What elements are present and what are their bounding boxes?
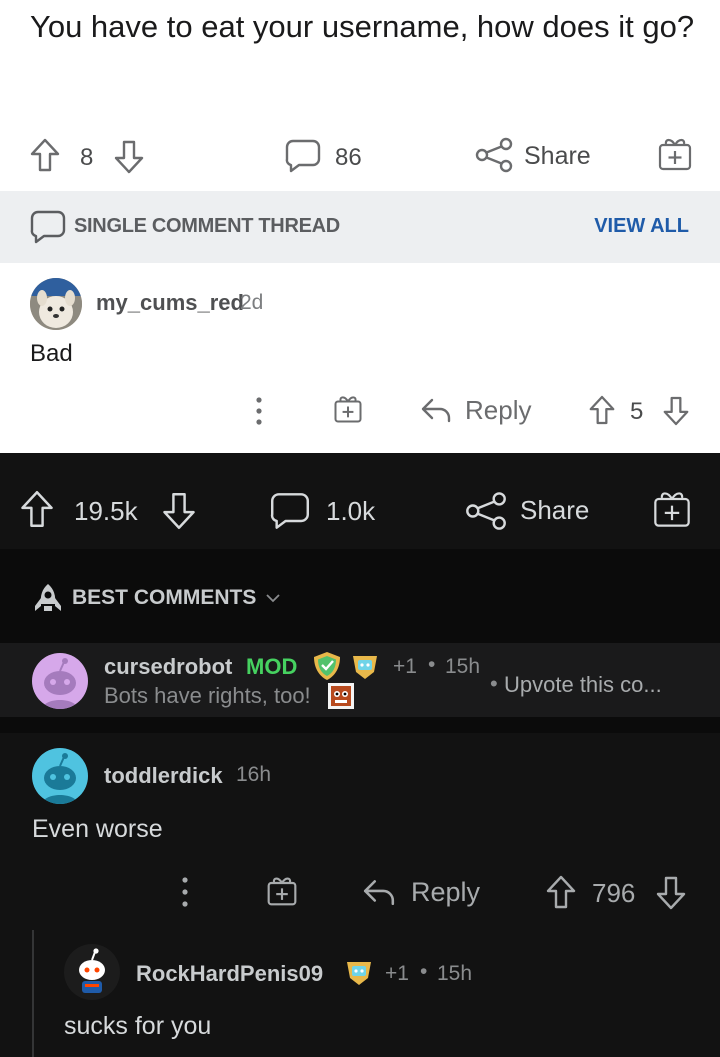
reply-arrow-icon[interactable]: [420, 397, 452, 423]
gift-award-icon[interactable]: [266, 875, 298, 907]
reply-button[interactable]: Reply: [411, 877, 480, 908]
pinned-comment[interactable]: cursedrobot MOD +1 • 15h Bots have right…: [0, 643, 720, 717]
share-icon[interactable]: [464, 491, 508, 531]
comment-body: sucks for you: [64, 1012, 212, 1040]
avatar[interactable]: [32, 748, 88, 804]
more-options-icon[interactable]: [254, 396, 264, 426]
thread-label: SINGLE COMMENT THREAD: [74, 215, 340, 237]
downvote-arrow-icon[interactable]: [656, 876, 686, 910]
comment-bubble-icon: [30, 209, 66, 245]
emoji-icon: [328, 683, 354, 709]
share-label[interactable]: Share: [524, 142, 591, 171]
comment-timestamp: 15h: [445, 655, 481, 678]
comment-vote-count: 5: [630, 398, 644, 425]
comment-vote-count: 796: [592, 878, 636, 908]
comment-body: Bots have rights, too!: [104, 683, 311, 708]
single-comment-thread-bar: SINGLE COMMENT THREAD VIEW ALL: [0, 191, 720, 263]
view-all-link[interactable]: VIEW ALL: [594, 215, 689, 238]
separator-dot: •: [428, 653, 436, 676]
comment-username[interactable]: toddlerdick: [104, 763, 223, 789]
award-count: +1: [393, 655, 417, 678]
downvote-arrow-icon[interactable]: [114, 140, 144, 174]
comment-preview: Upvote this co...: [504, 672, 662, 697]
post-comment-count: 86: [335, 144, 362, 171]
gift-award-icon[interactable]: [333, 394, 363, 424]
comment-action-bar: Reply 5: [0, 390, 720, 434]
more-options-icon[interactable]: [180, 876, 190, 908]
comment-timestamp: 2d: [240, 291, 264, 314]
post-title: You have to eat your username, how does …: [30, 9, 695, 44]
gift-award-icon[interactable]: [657, 136, 693, 172]
share-label[interactable]: Share: [520, 495, 589, 526]
comment-body: Bad: [30, 340, 73, 367]
comment-timestamp: 15h: [437, 962, 473, 985]
comment-body: Even worse: [32, 815, 163, 843]
divider: [0, 717, 720, 733]
avatar[interactable]: [30, 278, 82, 330]
comment-username[interactable]: my_cums_red: [96, 290, 244, 316]
sort-label[interactable]: BEST COMMENTS: [72, 586, 256, 610]
gift-award-icon[interactable]: [652, 489, 692, 529]
post-comment-count: 1.0k: [326, 496, 376, 526]
avatar[interactable]: [32, 653, 88, 709]
shield-award-icon[interactable]: [311, 650, 343, 682]
post-vote-count: 8: [80, 144, 94, 171]
comment-action-bar: Reply 796: [0, 868, 720, 916]
post-vote-count: 19.5k: [74, 496, 138, 526]
light-screenshot: You have to eat your username, how does …: [0, 0, 720, 453]
reply-arrow-icon[interactable]: [362, 878, 396, 906]
award-icon[interactable]: [343, 956, 375, 988]
upvote-arrow-icon[interactable]: [546, 875, 576, 909]
upvote-arrow-icon[interactable]: [20, 490, 54, 528]
share-icon[interactable]: [474, 137, 514, 173]
thread-indent-line[interactable]: [32, 930, 34, 1057]
comment-bubble-icon[interactable]: [270, 491, 310, 531]
comment-timestamp: 16h: [236, 763, 272, 786]
comment-username[interactable]: RockHardPenis09: [136, 961, 323, 987]
upvote-arrow-icon[interactable]: [30, 138, 60, 172]
post-action-bar: 8 86 Share: [0, 134, 720, 178]
downvote-arrow-icon[interactable]: [663, 396, 689, 426]
award-icon[interactable]: [349, 650, 381, 682]
comment-username[interactable]: cursedrobot: [104, 654, 232, 680]
dark-post-action-bar: 19.5k 1.0k Share: [0, 486, 720, 536]
reply-button[interactable]: Reply: [465, 395, 531, 426]
downvote-arrow-icon[interactable]: [162, 492, 196, 530]
separator-dot: •: [420, 960, 428, 983]
comment-bubble-icon[interactable]: [285, 138, 321, 174]
sort-bar[interactable]: BEST COMMENTS: [0, 549, 720, 643]
separator-dot: •: [490, 671, 498, 696]
chevron-down-icon[interactable]: [266, 593, 280, 603]
upvote-arrow-icon[interactable]: [589, 395, 615, 425]
rocket-icon: [32, 582, 64, 614]
award-count: +1: [385, 962, 409, 985]
mod-badge: MOD: [246, 654, 298, 679]
avatar[interactable]: [64, 944, 120, 1000]
